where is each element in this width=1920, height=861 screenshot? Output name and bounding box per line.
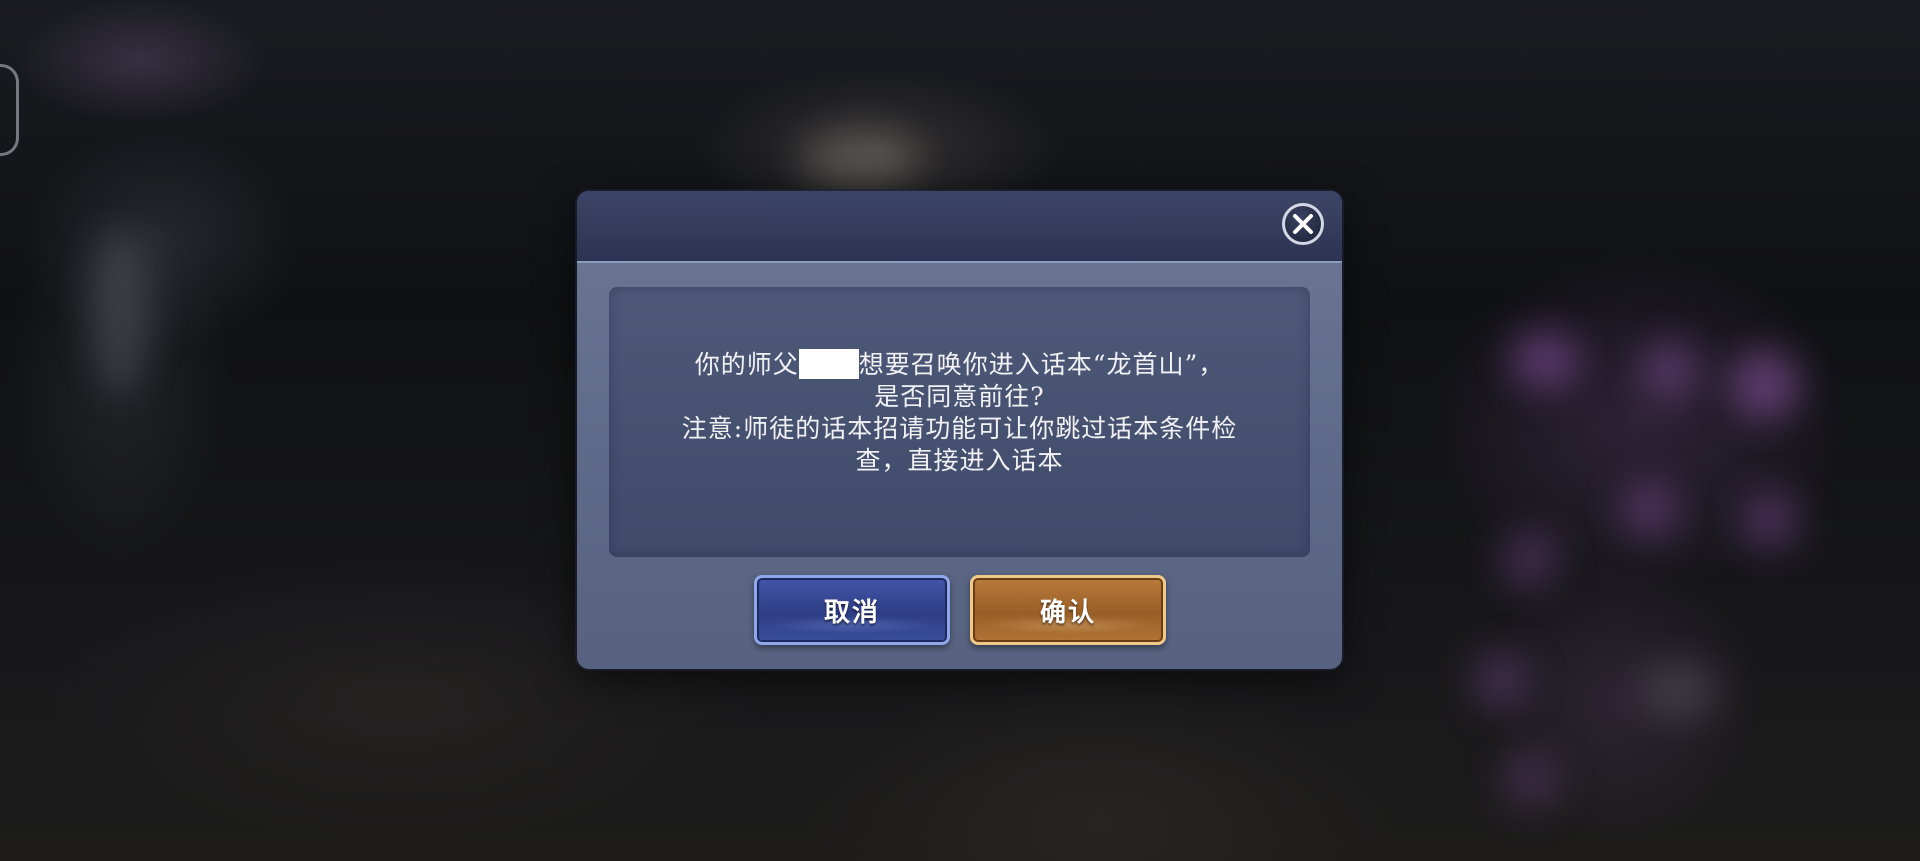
notice-line1: 注意:师徒的话本招请功能可让你跳过话本条件检 [681, 414, 1238, 443]
background-glow [1620, 480, 1680, 540]
background-glow [1640, 340, 1700, 400]
confirm-button[interactable]: 确认 [970, 575, 1166, 645]
notice-line2: 查，直接进入话本 [855, 446, 1064, 475]
side-menu-button[interactable] [0, 64, 19, 156]
confirm-button-label: 确认 [1039, 597, 1096, 628]
message-panel: 你的师父 想要召唤你进入话本“龙首山”， 是否同意前往? 注意:师徒的话本招请功能… [609, 287, 1310, 557]
dialog-message: 你的师父 想要召唤你进入话本“龙首山”， 是否同意前往? 注意:师徒的话本招请功能… [629, 349, 1290, 477]
background-figure [90, 230, 150, 390]
cancel-button[interactable]: 取消 [754, 575, 950, 645]
redacted-master-name [798, 349, 859, 379]
background-glow [1470, 650, 1530, 710]
background-glow [1500, 530, 1560, 590]
message-line2: 是否同意前往? [874, 382, 1045, 411]
background-glow [1740, 490, 1800, 550]
cancel-button-label: 取消 [823, 597, 880, 628]
close-button[interactable] [1282, 203, 1324, 245]
dialog-header [577, 191, 1342, 263]
background-glow [1500, 750, 1560, 810]
background-glow [1730, 350, 1800, 420]
close-icon [1293, 214, 1313, 234]
background-light [800, 130, 920, 190]
summon-dialog: 你的师父 想要召唤你进入话本“龙首山”， 是否同意前往? 注意:师徒的话本招请功能… [577, 191, 1342, 669]
background-glow [1510, 330, 1580, 390]
message-line1-suffix: 想要召唤你进入话本“龙首山”， [858, 350, 1225, 379]
message-line1-prefix: 你的师父 [694, 350, 799, 379]
background-light [1640, 660, 1720, 720]
